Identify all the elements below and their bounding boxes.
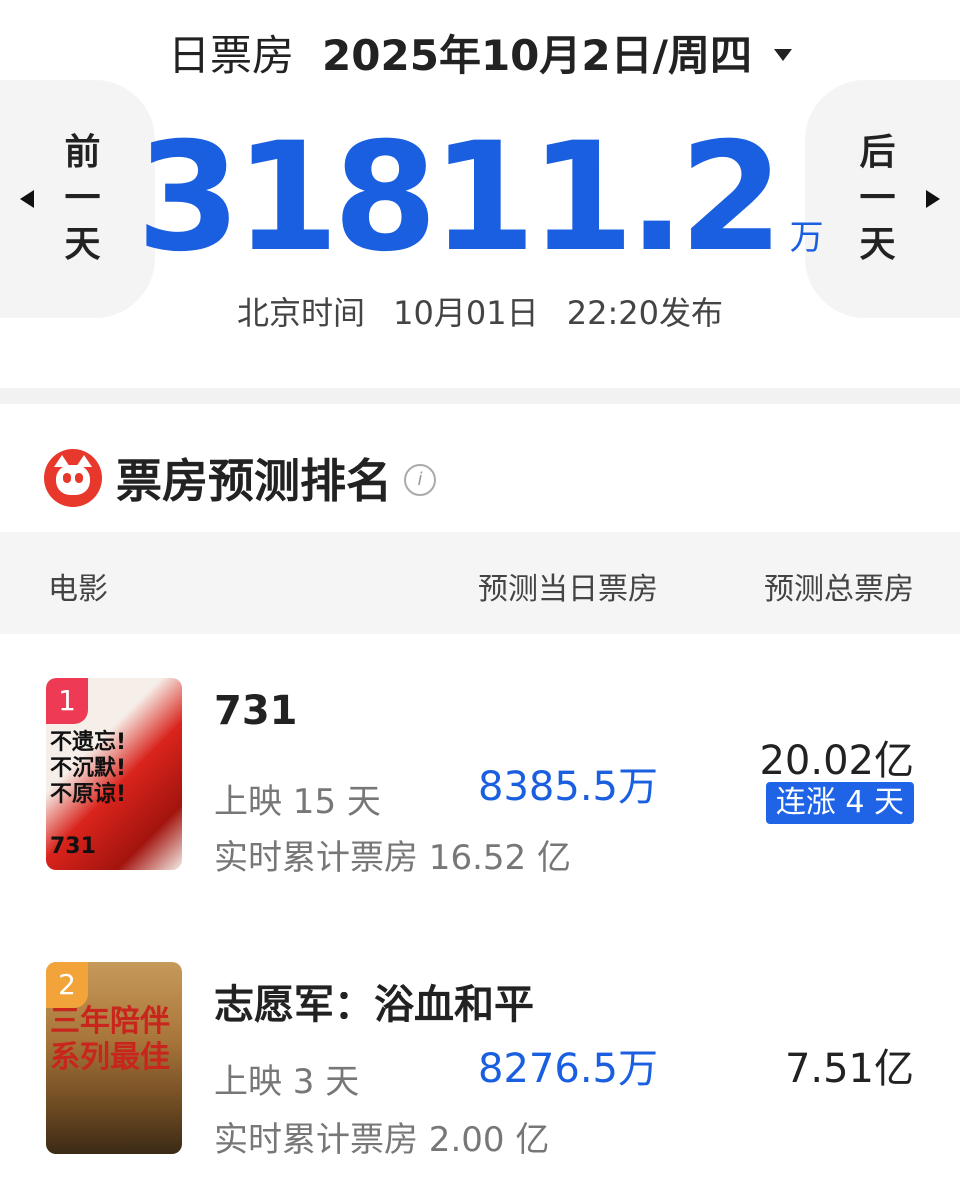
poster-text: 不遗忘! 不沉默! 不原谅! 731	[50, 730, 127, 859]
ranking-header: 票房预测排名 i	[44, 440, 436, 516]
column-header-daily-forecast: 预测当日票房	[478, 572, 658, 607]
table-header: 电影 预测当日票房 预测总票房	[0, 532, 960, 634]
rank-badge: 1	[46, 678, 88, 724]
daily-forecast: 8385.5万	[478, 764, 658, 810]
cumulative-box-office: 实时累计票房 16.52 亿	[214, 838, 571, 878]
total-forecast: 7.51亿	[784, 1046, 914, 1092]
poster-text: 三年陪伴 系列最佳	[50, 1004, 170, 1075]
column-header-total-forecast[interactable]: 预测总票房	[764, 564, 914, 608]
section-divider	[0, 388, 960, 404]
column-header-movie: 电影	[48, 572, 108, 607]
total-box-office: 31811.2 万	[0, 118, 960, 278]
total-box-office-value: 31811.2	[136, 111, 783, 285]
streak-badge: 连涨 4 天	[765, 782, 914, 824]
movie-row[interactable]: 不遗忘! 不沉默! 不原谅! 731 1 731 上映 15 天 实时累计票房 16.…	[0, 678, 960, 878]
movie-title[interactable]: 731	[214, 688, 298, 734]
caret-down-icon[interactable]	[773, 49, 792, 61]
date-selector[interactable]: 日票房 2025年10月2日/周四	[0, 20, 960, 84]
release-info: 北京时间 10月01日 22:20发布	[236, 294, 723, 332]
selected-date[interactable]: 2025年10月2日/周四	[322, 22, 752, 83]
daily-box-office-header: 日票房 2025年10月2日/周四 前 一 天 后 一 天 31811.2 万 北…	[0, 0, 960, 388]
movie-poster[interactable]: 三年陪伴 系列最佳 2	[46, 962, 182, 1154]
daily-box-office-label: 日票房	[168, 30, 295, 80]
daily-forecast: 8276.5万	[478, 1046, 658, 1092]
movie-title[interactable]: 志愿军：浴血和平	[214, 972, 534, 1030]
rank-badge: 2	[46, 962, 88, 1008]
maoyan-logo-icon	[44, 449, 102, 507]
cumulative-box-office: 实时累计票房 2.00 亿	[214, 1120, 550, 1160]
release-days: 上映 3 天	[214, 1062, 360, 1102]
total-box-office-unit: 万	[789, 218, 824, 258]
movie-row[interactable]: 三年陪伴 系列最佳 2 志愿军：浴血和平 上映 3 天 实时累计票房 2.00 亿…	[0, 962, 960, 1162]
total-forecast: 20.02亿	[759, 738, 914, 784]
release-days: 上映 15 天	[214, 782, 381, 822]
movie-poster[interactable]: 不遗忘! 不沉默! 不原谅! 731 1	[46, 678, 182, 870]
info-icon[interactable]: i	[404, 464, 436, 496]
ranking-title: 票房预测排名	[116, 454, 392, 508]
